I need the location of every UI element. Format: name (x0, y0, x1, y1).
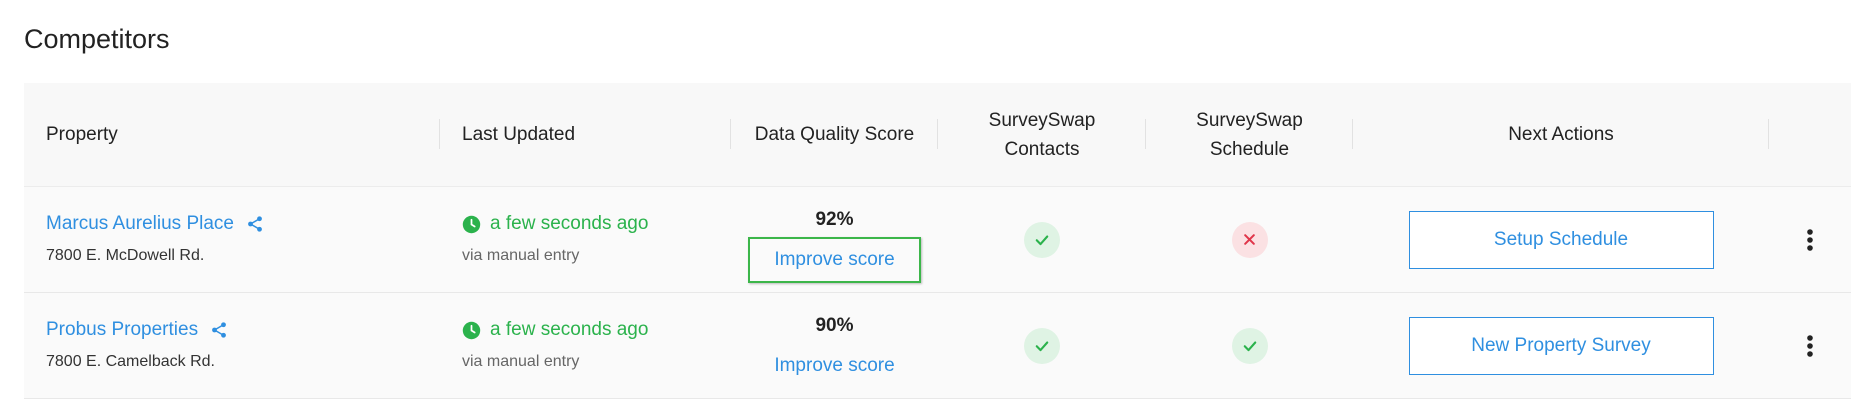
last-updated-cell: a few seconds ago via manual entry (440, 187, 731, 292)
table-row: Marcus Aurelius Place 7800 E. McDowell R… (24, 187, 1851, 293)
table-row: Probus Properties 7800 E. Camelback Rd. … (24, 293, 1851, 399)
share-icon[interactable] (210, 321, 228, 339)
contacts-status-cell (938, 187, 1146, 292)
row-menu-button[interactable] (1769, 293, 1851, 398)
header-data-quality[interactable]: Data Quality Score (731, 83, 938, 186)
schedule-status-cell (1146, 187, 1353, 292)
property-name[interactable]: Probus Properties (46, 319, 198, 341)
row-menu-button[interactable] (1769, 187, 1851, 292)
clock-icon (462, 215, 481, 233)
table-header: Property Last Updated Data Quality Score… (24, 83, 1851, 187)
updated-source: via manual entry (462, 247, 580, 264)
close-icon (1231, 221, 1268, 258)
header-menu-spacer (1769, 83, 1851, 186)
property-address: 7800 E. McDowell Rd. (46, 247, 205, 264)
check-icon (1231, 327, 1268, 364)
schedule-status-cell (1146, 293, 1353, 398)
header-schedule-line2: Schedule (1209, 138, 1290, 160)
property-link[interactable]: Probus Properties (46, 319, 228, 341)
property-name[interactable]: Marcus Aurelius Place (46, 213, 234, 235)
property-address: 7800 E. Camelback Rd. (46, 353, 215, 370)
data-quality-cell: 90% Improve score (731, 293, 938, 398)
check-icon (1024, 327, 1060, 364)
improve-score-link[interactable]: Improve score (748, 343, 920, 389)
property-cell: Probus Properties 7800 E. Camelback Rd. (24, 293, 440, 398)
updated-time: a few seconds ago (490, 319, 649, 340)
contacts-status-cell (938, 293, 1146, 398)
improve-score-link[interactable]: Improve score (748, 237, 921, 283)
setup-schedule-button[interactable]: Setup Schedule (1408, 210, 1714, 269)
header-surveyswap-contacts: SurveySwap Contacts (938, 83, 1146, 186)
updated-source: via manual entry (462, 353, 580, 370)
header-property[interactable]: Property (24, 83, 440, 186)
header-schedule-line1: SurveySwap (1196, 109, 1303, 131)
check-icon (1024, 221, 1060, 258)
score-value: 90% (815, 315, 854, 336)
property-link[interactable]: Marcus Aurelius Place (46, 213, 264, 235)
more-vertical-icon[interactable] (1806, 228, 1814, 251)
score-value: 92% (815, 209, 854, 230)
new-property-survey-button[interactable]: New Property Survey (1408, 316, 1714, 375)
clock-icon (462, 321, 481, 339)
header-last-updated[interactable]: Last Updated (440, 83, 731, 186)
header-next-actions: Next Actions (1353, 83, 1769, 186)
header-contacts-line2: Contacts (1004, 138, 1080, 160)
share-icon[interactable] (246, 215, 264, 233)
more-vertical-icon[interactable] (1806, 334, 1814, 357)
property-cell: Marcus Aurelius Place 7800 E. McDowell R… (24, 187, 440, 292)
header-contacts-line1: SurveySwap (988, 109, 1096, 131)
next-action-cell: Setup Schedule (1353, 187, 1769, 292)
header-surveyswap-schedule: SurveySwap Schedule (1146, 83, 1353, 186)
last-updated-cell: a few seconds ago via manual entry (440, 293, 731, 398)
next-action-cell: New Property Survey (1353, 293, 1769, 398)
updated-time: a few seconds ago (490, 213, 649, 234)
page-title: Competitors (24, 24, 170, 54)
competitors-table: Property Last Updated Data Quality Score… (24, 83, 1851, 399)
data-quality-cell: 92% Improve score (731, 187, 938, 292)
